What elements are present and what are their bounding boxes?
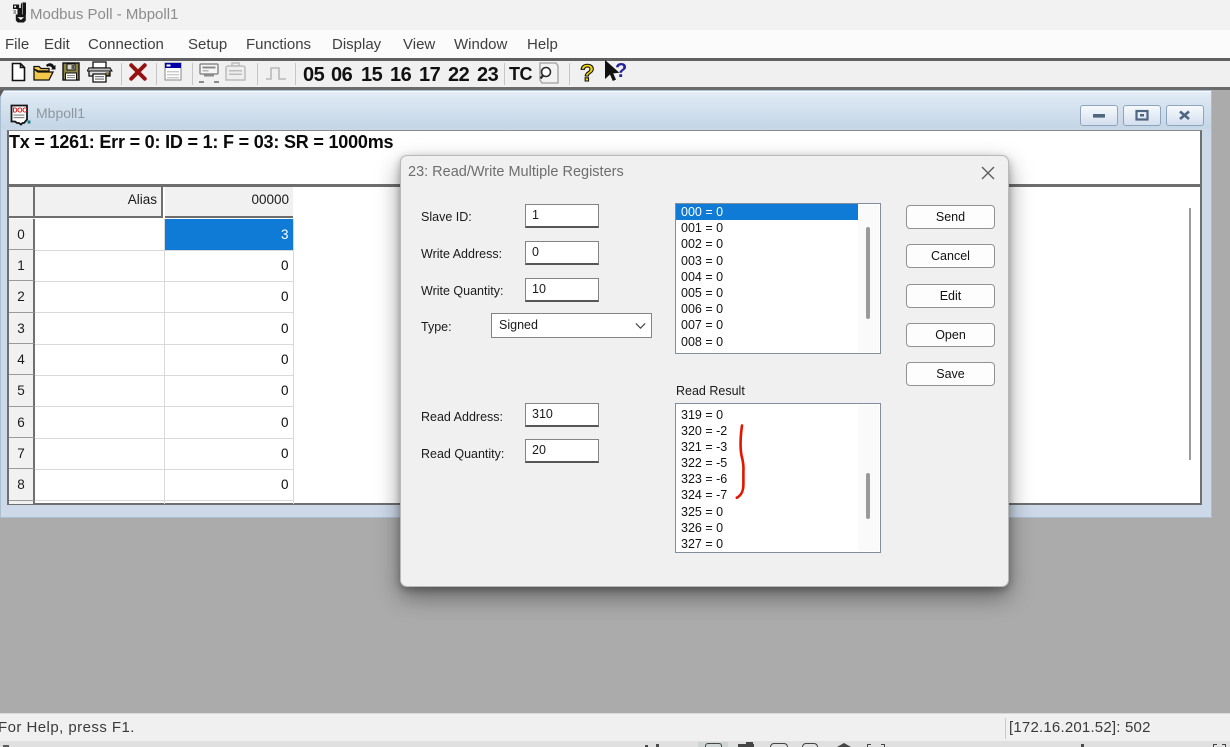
svg-text:DOC: DOC (13, 107, 28, 114)
svg-text:?: ? (615, 60, 627, 82)
svg-text:?: ? (580, 60, 595, 86)
